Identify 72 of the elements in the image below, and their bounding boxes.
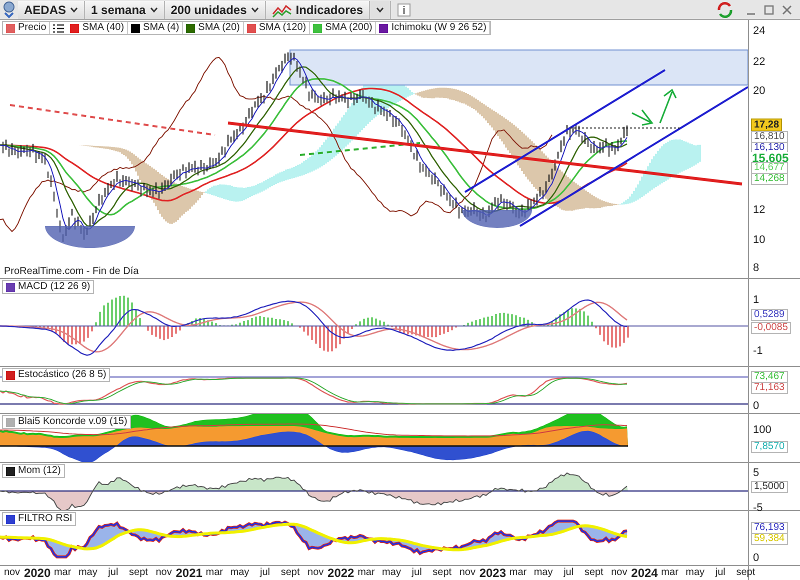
value-tag: 1,5000 [751, 481, 788, 493]
time-axis-label: sept [736, 566, 756, 580]
legend-label: SMA (120) [258, 22, 310, 34]
axis-tick-label: 22 [753, 56, 766, 68]
value-tag: 14,268 [751, 173, 788, 185]
value-tag: 14,677 [751, 162, 788, 174]
legend-label: SMA (200) [325, 22, 376, 34]
time-axis-label: jul [564, 566, 574, 580]
time-axis-label: nov [611, 566, 628, 580]
axis-tick-label: 1 [753, 294, 760, 306]
value-tag: 76,193 [751, 522, 788, 534]
axis-tick-label: 8 [753, 262, 760, 274]
time-axis-label: mar [358, 566, 375, 580]
source-label: ProRealTime.com - Fin de Día [4, 266, 139, 277]
time-axis-label: mar [206, 566, 223, 580]
time-axis-label: 2024 [631, 566, 658, 580]
time-axis-label: nov [308, 566, 324, 580]
time-axis-label: jul [108, 566, 118, 580]
time-axis-label: nov [4, 566, 20, 580]
time-axis-label: jul [412, 566, 422, 580]
time-axis-label: 2021 [176, 566, 202, 580]
axis-tick-label: 5 [753, 467, 760, 479]
price-tag: 17,28 [751, 118, 782, 132]
axis-tick-label: 0 [753, 400, 760, 412]
time-axis-label: mar [661, 566, 678, 580]
time-axis-label: mar [509, 566, 527, 580]
indicator-label: Mom (12) [18, 465, 61, 477]
time-axis-label: jul [715, 566, 726, 580]
time-axis-label: may [686, 566, 705, 580]
axis-tick-label: 10 [753, 234, 766, 246]
legend-label: Precio [18, 22, 50, 34]
legend-label: Ichimoku (W 9 26 52) [391, 22, 490, 34]
indicator-label: MACD (12 26 9) [18, 281, 90, 293]
time-axis-label: mar [54, 566, 72, 580]
time-axis-label: sept [129, 566, 148, 580]
legend-label: SMA (40) [82, 22, 128, 34]
timeframe-dropdown[interactable]: 1 semana [85, 0, 165, 18]
indicators-button[interactable]: Indicadores [266, 0, 370, 18]
axis-tick-label: 0 [753, 552, 760, 564]
time-axis-label: jul [260, 566, 270, 580]
time-axis-label: may [534, 566, 553, 580]
time-axis-label: 2022 [328, 566, 354, 580]
axis-tick-label: 24 [753, 25, 766, 37]
time-axis-label: sept [432, 566, 452, 580]
legend-label: SMA (20) [198, 22, 244, 34]
time-axis-label: sept [584, 566, 604, 580]
value-tag: -0,0085 [751, 322, 791, 334]
indicator-label: Estocástico (26 8 5) [18, 369, 106, 381]
axis-tick-label: 100 [753, 424, 772, 436]
axis-tick-label: 20 [753, 85, 766, 97]
value-tag: 7,8570 [751, 441, 788, 453]
indicator-label: FILTRO RSI [18, 513, 72, 525]
indicator-label: Blai5 Koncorde v.09 (15) [18, 416, 128, 428]
axis-tick-label: -5 [753, 502, 763, 514]
axis-tick-label: -1 [753, 345, 763, 357]
legend-label: SMA (4) [143, 22, 184, 34]
time-axis-label: may [78, 566, 98, 580]
value-tag: 0,5289 [751, 309, 788, 321]
instrument-dropdown[interactable]: AEDAS [18, 0, 86, 18]
axis-tick-label: 12 [753, 204, 766, 216]
time-axis-label: may [230, 566, 250, 580]
time-axis-label: nov [156, 566, 172, 580]
time-axis-label: nov [459, 566, 476, 580]
time-axis-label: may [382, 566, 401, 580]
time-axis-label: sept [280, 566, 300, 580]
value-tag: 59,384 [751, 533, 788, 545]
time-axis-label: 2023 [479, 566, 506, 580]
value-tag: 73,467 [751, 371, 788, 383]
value-tag: 71,163 [751, 382, 788, 394]
units-dropdown[interactable]: 200 unidades [164, 0, 266, 18]
time-axis-label: 2020 [24, 566, 51, 580]
value-tag: 16,810 [751, 131, 788, 143]
